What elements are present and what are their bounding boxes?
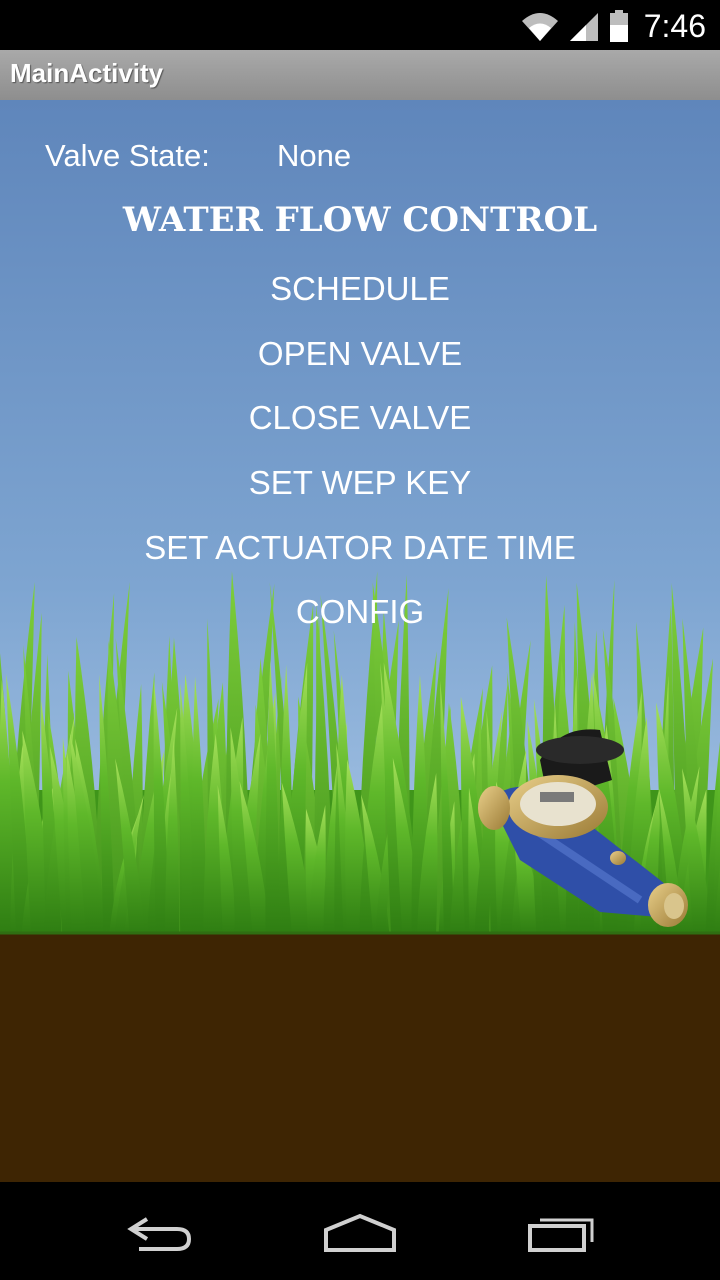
open-valve-button[interactable]: OPEN VALVE [60,326,660,382]
close-valve-button[interactable]: CLOSE VALVE [60,390,660,446]
recent-apps-button[interactable] [502,1203,622,1263]
action-bar: MainActivity [0,50,720,101]
status-icons: 7:46 [520,6,706,46]
main-content: Valve State: None WATER FLOW CONTROL SCH… [0,100,720,1182]
home-icon [324,1213,396,1252]
navigation-bar [0,1183,720,1280]
app-title: MainActivity [10,58,164,88]
valve-state-value: None [277,138,352,173]
valve-state-label: Valve State: [45,138,210,173]
home-button[interactable] [300,1203,420,1263]
schedule-button[interactable]: SCHEDULE [60,261,660,317]
page-title: WATER FLOW CONTROL [122,200,598,240]
battery-icon [609,10,628,42]
recent-apps-icon [528,1218,594,1252]
signal-icon [569,13,598,41]
set-wep-key-button[interactable]: SET WEP KEY [60,455,660,511]
clock: 7:46 [643,7,706,44]
set-actuator-date-time-button[interactable]: SET ACTUATOR DATE TIME [60,520,660,576]
status-bar: 7:46 [0,0,720,50]
back-button[interactable] [100,1203,220,1263]
config-button[interactable]: CONFIG [60,584,660,640]
back-icon [127,1217,192,1251]
wifi-icon [521,13,558,41]
